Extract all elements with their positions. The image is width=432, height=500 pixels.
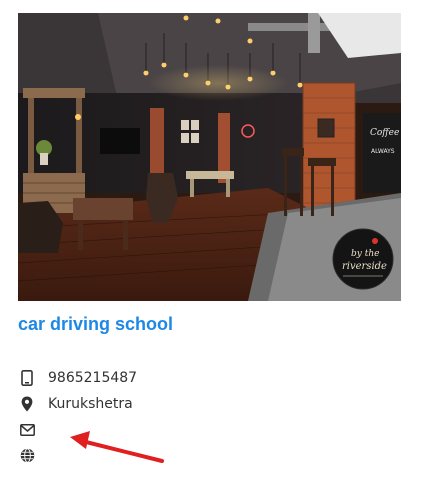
riverside-logo: by the riverside <box>332 228 394 290</box>
phone-number[interactable]: 9865215487 <box>48 370 137 386</box>
logo-text-1: by the <box>351 249 379 259</box>
listing-card: Coffee ALWAYS by the riverside car drivi… <box>0 0 432 500</box>
website-row <box>18 445 48 465</box>
chalkboard-text-1: Coffee <box>370 128 399 138</box>
listing-photo[interactable]: Coffee ALWAYS by the riverside <box>18 13 401 301</box>
mobile-phone-icon <box>18 369 36 387</box>
listing-title-link[interactable]: car driving school <box>18 311 173 337</box>
location-text: Kurukshetra <box>48 396 133 412</box>
logo-text-2: riverside <box>342 261 387 272</box>
envelope-icon <box>18 421 36 439</box>
map-pin-icon <box>18 395 36 413</box>
email-row <box>18 420 48 440</box>
annotation-arrow-icon <box>70 431 164 463</box>
chalkboard-text-2: ALWAYS <box>371 148 395 155</box>
phone-row: 9865215487 <box>18 368 137 388</box>
globe-icon <box>18 446 36 464</box>
location-row: Kurukshetra <box>18 394 133 414</box>
